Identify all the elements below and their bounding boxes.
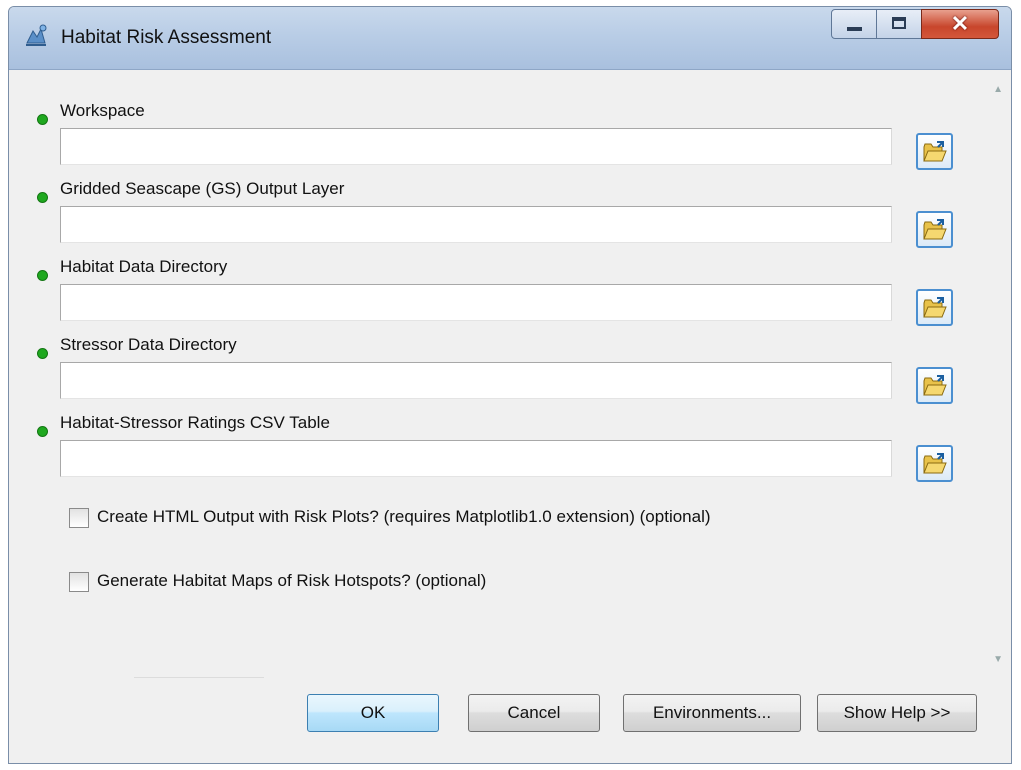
maximize-icon — [892, 17, 906, 29]
param-label: Workspace — [60, 101, 145, 120]
param-label: Stressor Data Directory — [60, 335, 237, 354]
habitat-data-directory-browse-button[interactable] — [916, 289, 953, 326]
param-habitat-data-directory: Habitat Data Directory — [9, 248, 969, 326]
param-workspace: Workspace — [9, 92, 969, 170]
ok-button[interactable]: OK — [307, 694, 439, 732]
required-dot-icon — [37, 348, 48, 359]
dialog-body: ▲ ▼ Workspace Gridded Seascape (GS) Outp… — [9, 70, 1011, 763]
tool-dialog-window: Habitat Risk Assessment ✕ ▲ ▼ Workspace — [8, 6, 1012, 764]
habitat-data-directory-input[interactable] — [60, 284, 892, 321]
maximize-button[interactable] — [876, 9, 922, 39]
toolbox-icon — [26, 24, 47, 46]
open-folder-icon — [923, 297, 947, 318]
close-icon: ✕ — [950, 11, 970, 36]
scroll-down-icon[interactable]: ▼ — [993, 654, 1003, 665]
stressor-data-directory-browse-button[interactable] — [916, 367, 953, 404]
required-dot-icon — [37, 270, 48, 281]
scroll-up-icon[interactable]: ▲ — [993, 84, 1003, 95]
param-label: Gridded Seascape (GS) Output Layer — [60, 179, 345, 198]
footer-divider — [134, 677, 264, 678]
workspace-browse-button[interactable] — [916, 133, 953, 170]
risk-hotspots-checkbox[interactable] — [69, 572, 89, 592]
required-dot-icon — [37, 114, 48, 125]
param-stressor-data-directory: Stressor Data Directory — [9, 326, 969, 404]
html-output-label[interactable]: Create HTML Output with Risk Plots? (req… — [97, 507, 711, 527]
open-folder-icon — [923, 375, 947, 396]
window-title: Habitat Risk Assessment — [61, 27, 272, 48]
html-output-checkbox[interactable] — [69, 508, 89, 528]
minimize-button[interactable] — [831, 9, 877, 39]
param-ratings-csv-table: Habitat-Stressor Ratings CSV Table — [9, 404, 969, 482]
stressor-data-directory-input[interactable] — [60, 362, 892, 399]
open-folder-icon — [923, 141, 947, 162]
minimize-icon — [847, 27, 862, 31]
gridded-seascape-browse-button[interactable] — [916, 211, 953, 248]
open-folder-icon — [923, 453, 947, 474]
cancel-button[interactable]: Cancel — [468, 694, 600, 732]
risk-hotspots-label[interactable]: Generate Habitat Maps of Risk Hotspots? … — [97, 571, 486, 591]
param-label: Habitat-Stressor Ratings CSV Table — [60, 413, 330, 432]
close-button[interactable]: ✕ — [921, 9, 999, 39]
param-label: Habitat Data Directory — [60, 257, 228, 276]
ratings-csv-table-browse-button[interactable] — [916, 445, 953, 482]
gridded-seascape-input[interactable] — [60, 206, 892, 243]
open-folder-icon — [923, 219, 947, 240]
required-dot-icon — [37, 192, 48, 203]
title-bar[interactable]: Habitat Risk Assessment ✕ — [9, 7, 1011, 70]
show-help-button[interactable]: Show Help >> — [817, 694, 977, 732]
param-gridded-seascape: Gridded Seascape (GS) Output Layer — [9, 170, 969, 248]
ratings-csv-table-input[interactable] — [60, 440, 892, 477]
workspace-input[interactable] — [60, 128, 892, 165]
required-dot-icon — [37, 426, 48, 437]
environments-button[interactable]: Environments... — [623, 694, 801, 732]
